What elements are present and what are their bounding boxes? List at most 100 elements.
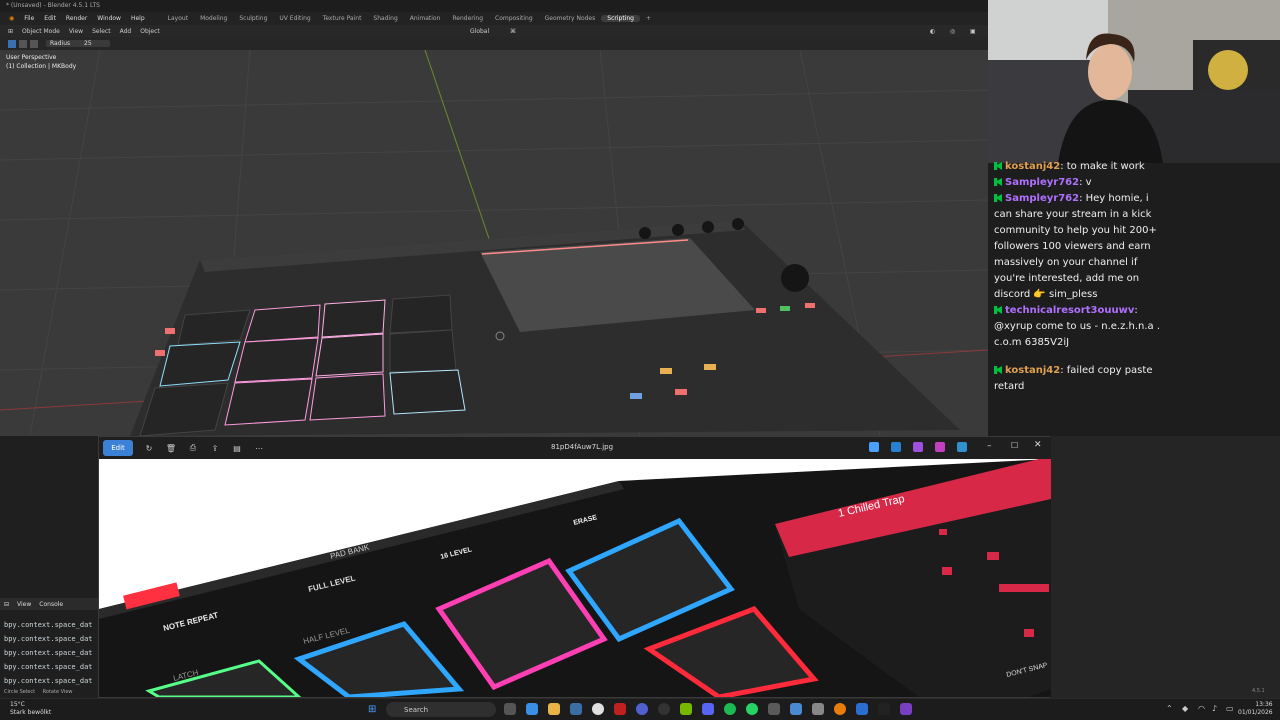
add-workspace-icon[interactable]: + [640, 15, 657, 22]
volume-icon[interactable]: ♪ [1212, 704, 1217, 713]
gizmo-icon[interactable]: ▣ [970, 28, 976, 35]
app-icon-tools[interactable] [812, 703, 824, 715]
radius-value: 25 [84, 40, 92, 47]
tab-sculpting[interactable]: Sculpting [233, 15, 273, 22]
chat-text: Hey homie, i can share your stream in a … [994, 193, 1157, 300]
taskbar-search[interactable]: Search [386, 702, 496, 717]
menu-select[interactable]: Select [92, 28, 111, 35]
console-menu-view[interactable]: View [17, 601, 31, 608]
radius-field[interactable]: Radius 25 [46, 40, 110, 47]
editor-type-icon[interactable]: ⊞ [8, 28, 13, 35]
menu-add[interactable]: Add [120, 28, 132, 35]
github-icon[interactable] [658, 703, 670, 715]
tab-scripting[interactable]: Scripting [601, 15, 640, 22]
clock-time: 13:36 [1255, 701, 1273, 708]
close-icon[interactable]: ✕ [1034, 440, 1042, 450]
overlays-icon[interactable]: ◎ [950, 28, 955, 35]
menu-object[interactable]: Object [140, 28, 160, 35]
photos-window[interactable]: Edit ↻ 🗑 ⎙ ⇪ ▤ ⋯ 81pD4fAuw7L.jpg – ☐ ✕ 1… [98, 436, 1051, 698]
app-icon-blue[interactable] [790, 703, 802, 715]
copilot-icon[interactable] [869, 442, 879, 452]
vscode-icon[interactable] [900, 703, 912, 715]
edit-image-icon[interactable] [891, 442, 901, 452]
info-icon[interactable]: ▤ [231, 442, 243, 454]
tray-app-icon[interactable]: ◆ [1182, 704, 1188, 713]
clipchamp-icon[interactable] [935, 442, 945, 452]
battery-icon[interactable]: ▭ [1226, 704, 1234, 713]
start-icon[interactable]: ⊞ [368, 704, 376, 715]
menu-edit[interactable]: Edit [39, 15, 61, 22]
designer-icon[interactable] [913, 442, 923, 452]
tab-animation[interactable]: Animation [404, 15, 447, 22]
edit-button[interactable]: Edit [103, 440, 133, 456]
app-icon-dark[interactable] [878, 703, 890, 715]
tool-icon-3[interactable] [30, 39, 38, 48]
windows-taskbar: 15°C Stark bewölkt ⊞ Search ⌃ ◆ ◠ ♪ ▭ 13… [0, 698, 1280, 720]
chat-username: kostanj42 [1005, 365, 1061, 376]
3d-viewport[interactable]: User Perspective (1) Collection | MKBody [0, 50, 988, 436]
rotate-icon[interactable]: ↻ [143, 442, 155, 454]
tab-rendering[interactable]: Rendering [446, 15, 489, 22]
whatsapp-icon[interactable] [746, 703, 758, 715]
red-button-2 [155, 350, 165, 356]
app-icon-red[interactable] [614, 703, 626, 715]
blue-button [630, 393, 642, 399]
properties-editor [1050, 436, 1280, 700]
tool-icon[interactable] [8, 39, 16, 48]
menu-render[interactable]: Render [61, 15, 92, 22]
tab-modeling[interactable]: Modeling [194, 15, 233, 22]
chat-username: Sampleyr762 [1005, 193, 1080, 204]
object-mode-dropdown[interactable]: Object Mode [22, 28, 60, 35]
console-line: bpy.context.space_dat [4, 635, 93, 643]
tab-uv-editing[interactable]: UV Editing [273, 15, 316, 22]
app-icon-paint[interactable] [856, 703, 868, 715]
menu-help[interactable]: Help [126, 15, 150, 22]
snap-icon[interactable]: ⌘ [510, 28, 516, 35]
stream-chat: kostanj42: to make it work Sampleyr762: … [988, 161, 1170, 403]
webcam-feed [988, 0, 1280, 163]
blender-taskbar-icon[interactable] [834, 703, 846, 715]
taskbar-clock[interactable]: 13:36 01/01/2026 [1238, 701, 1273, 717]
chat-message: Sampleyr762: Hey homie, i can share your… [994, 193, 1157, 300]
blender-logo-icon[interactable]: ◉ [4, 15, 19, 22]
menu-view[interactable]: View [69, 28, 83, 35]
tab-compositing[interactable]: Compositing [489, 15, 539, 22]
tool-icon-2[interactable] [19, 39, 27, 48]
photos-taskbar-icon[interactable] [570, 703, 582, 715]
chrome-icon[interactable] [592, 703, 604, 715]
nvidia-icon[interactable] [680, 703, 692, 715]
wifi-icon[interactable]: ◠ [1198, 704, 1205, 713]
orientation-dropdown[interactable]: Global [470, 28, 489, 35]
console-editor-icon[interactable]: ⊟ [4, 601, 9, 608]
spotify-icon[interactable] [724, 703, 736, 715]
console-menu-console[interactable]: Console [39, 601, 63, 608]
knob-4 [732, 218, 744, 230]
blender-menu-bar: ◉ File Edit Render Window Help Layout Mo… [0, 12, 988, 25]
onedrive-icon[interactable] [957, 442, 967, 452]
print-icon[interactable]: ⎙ [187, 442, 199, 454]
knob-1 [639, 227, 651, 239]
task-view-icon[interactable] [504, 703, 516, 715]
tab-layout[interactable]: Layout [162, 15, 194, 22]
photo-canvas[interactable]: 1 Chilled Trap DON'T SNAP NOTE REPEAT FU… [99, 459, 1051, 697]
tab-texture-paint[interactable]: Texture Paint [317, 15, 368, 22]
maximize-icon[interactable]: ☐ [1011, 441, 1018, 450]
minimize-icon[interactable]: – [987, 441, 992, 451]
menu-file[interactable]: File [19, 15, 39, 22]
tab-geometry-nodes[interactable]: Geometry Nodes [539, 15, 602, 22]
menu-window[interactable]: Window [92, 15, 126, 22]
discord-icon[interactable] [702, 703, 714, 715]
app-icon-gray[interactable] [768, 703, 780, 715]
kick-badge-icon [994, 162, 1002, 170]
weather-widget[interactable]: 15°C Stark bewölkt [10, 701, 51, 717]
delete-icon[interactable]: 🗑 [165, 442, 177, 454]
app-icon-purple[interactable] [636, 703, 648, 715]
more-icon[interactable]: ⋯ [253, 442, 265, 454]
tab-shading[interactable]: Shading [367, 15, 403, 22]
copilot-taskbar-icon[interactable] [526, 703, 538, 715]
viewport-shading-icon[interactable]: ◐ [930, 28, 935, 35]
tray-chevron-icon[interactable]: ⌃ [1166, 704, 1173, 713]
file-explorer-icon[interactable] [548, 703, 560, 715]
chat-text: @xyrup come to us - n.e.z.h.n.a . c.o.m … [994, 321, 1161, 348]
share-icon[interactable]: ⇪ [209, 442, 221, 454]
